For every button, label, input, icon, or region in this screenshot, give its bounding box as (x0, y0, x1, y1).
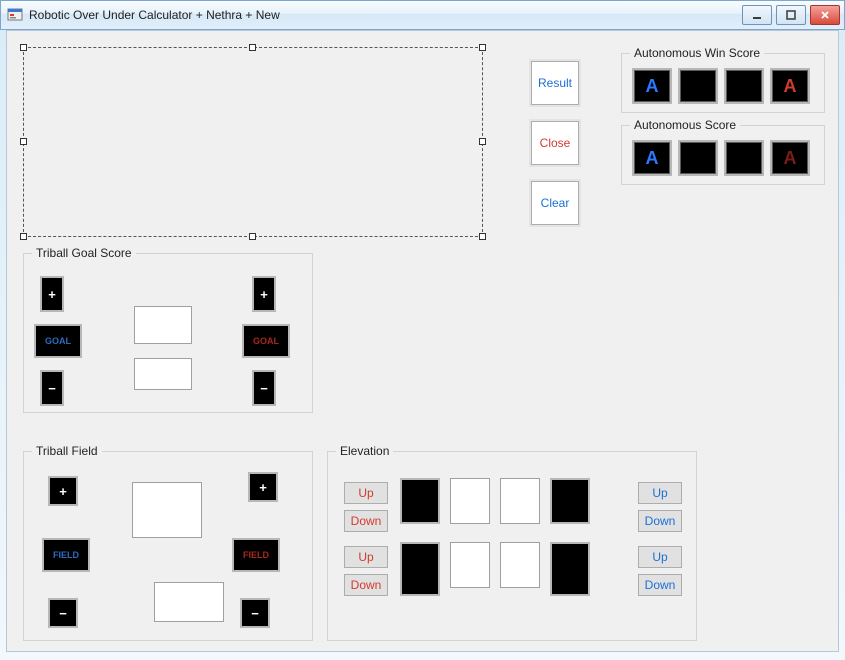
close-window-button[interactable] (810, 5, 840, 25)
field-red-plus-button[interactable] (248, 472, 278, 502)
elevation-blue-up-2-button[interactable]: Up (638, 546, 682, 568)
resize-handle[interactable] (20, 138, 27, 145)
elevation-tile (400, 542, 440, 596)
resize-handle[interactable] (20, 44, 27, 51)
elevation-red-down-1-button[interactable]: Down (344, 510, 388, 532)
autonomous-score-red-tile[interactable]: A (770, 140, 810, 176)
group-title: Elevation (336, 444, 393, 458)
autonomous-score-group: Autonomous Score A A (621, 125, 825, 185)
field-blue-minus-button[interactable] (48, 598, 78, 628)
elevation-value-1-input[interactable] (450, 478, 490, 524)
elevation-group: Elevation Up Down Up Down Up Down Up Dow… (327, 451, 697, 641)
elevation-blue-down-1-button[interactable]: Down (638, 510, 682, 532)
goal-value-2-input[interactable] (134, 358, 192, 390)
autonomous-win-tile[interactable] (724, 68, 764, 104)
app-icon (7, 7, 23, 23)
form-client-area: Result Close Clear Autonomous Win Score … (6, 30, 839, 652)
elevation-red-up-2-button[interactable]: Up (344, 546, 388, 568)
goal-value-1-input[interactable] (134, 306, 192, 344)
goal-blue-minus-button[interactable] (40, 370, 64, 406)
group-title: Autonomous Score (630, 118, 740, 132)
clear-button[interactable]: Clear (531, 181, 579, 225)
elevation-tile (550, 478, 590, 524)
autonomous-score-tile[interactable] (678, 140, 718, 176)
resize-handle[interactable] (479, 233, 486, 240)
maximize-button[interactable] (776, 5, 806, 25)
group-title: Triball Field (32, 444, 102, 458)
field-red-label: FIELD (232, 538, 280, 572)
elevation-value-3-input[interactable] (450, 542, 490, 588)
goal-red-label: GOAL (242, 324, 290, 358)
elevation-value-2-input[interactable] (500, 478, 540, 524)
autonomous-score-blue-tile[interactable]: A (632, 140, 672, 176)
window-controls (738, 5, 840, 25)
triball-field-group: Triball Field FIELD FIELD (23, 451, 313, 641)
goal-red-plus-button[interactable] (252, 276, 276, 312)
autonomous-win-blue-tile[interactable]: A (632, 68, 672, 104)
resize-handle[interactable] (249, 233, 256, 240)
field-red-minus-button[interactable] (240, 598, 270, 628)
resize-handle[interactable] (479, 44, 486, 51)
minimize-button[interactable] (742, 5, 772, 25)
field-value-1-input[interactable] (132, 482, 202, 538)
autonomous-win-tile[interactable] (678, 68, 718, 104)
elevation-blue-up-1-button[interactable]: Up (638, 482, 682, 504)
close-button[interactable]: Close (531, 121, 579, 165)
output-picturebox[interactable] (23, 47, 483, 237)
elevation-red-down-2-button[interactable]: Down (344, 574, 388, 596)
elevation-value-4-input[interactable] (500, 542, 540, 588)
resize-handle[interactable] (20, 233, 27, 240)
resize-handle[interactable] (479, 138, 486, 145)
resize-handle[interactable] (249, 44, 256, 51)
field-value-2-input[interactable] (154, 582, 224, 622)
group-title: Triball Goal Score (32, 246, 136, 260)
goal-blue-plus-button[interactable] (40, 276, 64, 312)
autonomous-win-score-group: Autonomous Win Score A A (621, 53, 825, 113)
group-title: Autonomous Win Score (630, 46, 764, 60)
elevation-red-up-1-button[interactable]: Up (344, 482, 388, 504)
window-titlebar: Robotic Over Under Calculator + Nethra +… (0, 0, 845, 30)
field-blue-label: FIELD (42, 538, 90, 572)
goal-red-minus-button[interactable] (252, 370, 276, 406)
elevation-blue-down-2-button[interactable]: Down (638, 574, 682, 596)
result-button[interactable]: Result (531, 61, 579, 105)
autonomous-score-tile[interactable] (724, 140, 764, 176)
field-blue-plus-button[interactable] (48, 476, 78, 506)
triball-goal-score-group: Triball Goal Score GOAL GOAL (23, 253, 313, 413)
elevation-tile (550, 542, 590, 596)
window-title: Robotic Over Under Calculator + Nethra +… (29, 8, 738, 22)
goal-blue-label: GOAL (34, 324, 82, 358)
elevation-tile (400, 478, 440, 524)
autonomous-win-red-tile[interactable]: A (770, 68, 810, 104)
